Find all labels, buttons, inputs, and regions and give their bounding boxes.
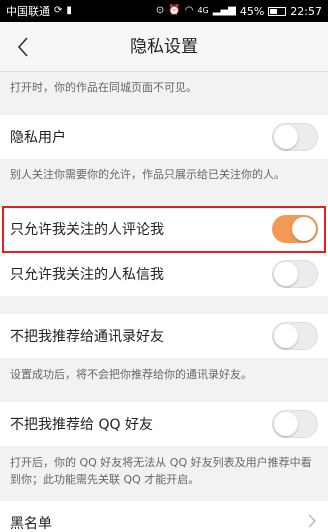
back-button[interactable] [8,32,38,62]
battery-percent: 45% [239,4,265,18]
no-recommend-qq-toggle[interactable] [272,410,318,438]
message-only-following-row: 只允许我关注的人私信我 [0,252,328,296]
trash-icon: ▮ [66,5,72,16]
toggle-knob [274,412,298,436]
nav-bar: 隐私设置 [0,22,328,72]
battery-icon [268,6,287,16]
blacklist-row[interactable]: 黑名单 [0,501,328,532]
toggle-knob [274,262,298,286]
network-type-label: 4G [197,6,209,15]
toggle-knob [274,125,298,149]
private-user-toggle[interactable] [272,123,318,151]
sync-icon: ⟳ [54,5,63,16]
contacts-note: 设置成功后，将不会把你推荐给你的通讯录好友。 [0,366,328,383]
no-recommend-qq-row: 不把我推荐给 QQ 好友 [0,402,328,446]
qq-note: 打开后，你的 QQ 好友将无法从 QQ 好友列表及用户推荐中看到你；此功能需先关… [0,454,328,488]
blacklist-label: 黑名单 [10,516,52,532]
wifi-icon: ◠ [184,5,194,16]
status-bar: 中国联通 ⟳ ▮ ⊙ ⏰ ◠ 4G ▂▄▆ 45% 22:57 [0,0,328,22]
comment-only-following-row: 只允许我关注的人评论我 [0,207,328,251]
no-recommend-contacts-toggle[interactable] [272,322,318,350]
clock: 22:57 [290,4,322,18]
no-recommend-contacts-row: 不把我推荐给通讯录好友 [0,314,328,358]
battery-fill [270,8,277,14]
comment-only-following-toggle[interactable] [272,215,318,243]
carrier-label: 中国联通 [6,5,50,18]
private-user-note: 别人关注你需要你的允许，作品只展示给已关注你的人。 [0,166,328,183]
page-title: 隐私设置 [130,37,198,57]
chevron-left-icon [17,37,28,57]
private-user-row: 隐私用户 [0,115,328,159]
signal-icon: ▂▄▆ [212,5,236,16]
chevron-right-icon [308,514,316,528]
toggle-knob [292,217,316,241]
message-only-following-toggle[interactable] [272,260,318,288]
same-city-note: 打开时，你的作品在同城页面不可见。 [0,79,328,96]
alarm-icon: ⏰ [168,5,181,16]
location-icon: ⊙ [155,5,165,16]
toggle-knob [274,324,298,348]
